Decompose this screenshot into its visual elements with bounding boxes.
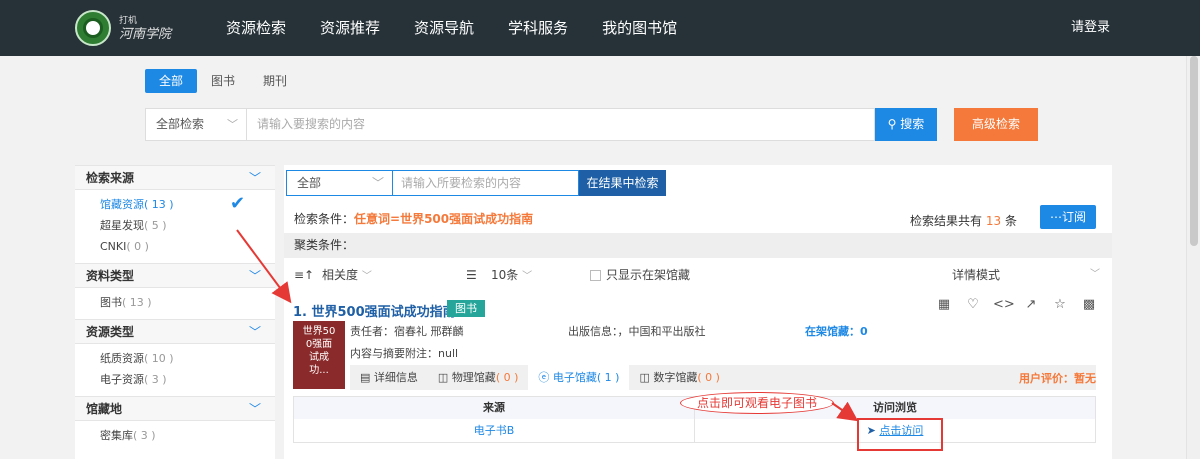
favorite-icon[interactable]: ♡: [964, 296, 982, 314]
tab-all[interactable]: 全部: [145, 69, 198, 93]
facet-sidebar: 检索来源 ﹀ 馆藏资源( 13 ) ✔ 超星发现( 5 ) CNKI( 0 ) …: [75, 165, 275, 459]
login-link[interactable]: 请登录: [1071, 0, 1110, 56]
holdings-icon: ◫: [437, 371, 449, 384]
annotation-highlight-box: [857, 418, 943, 451]
tab-physical-holdings[interactable]: ◫ 物理馆藏( 0 ): [428, 365, 528, 390]
search-icon: ⚲: [887, 117, 897, 131]
chevron-down-icon: ﹀: [1090, 269, 1100, 280]
search-button[interactable]: ⚲ 搜索: [875, 108, 937, 141]
qrcode-icon[interactable]: ▩: [1080, 296, 1098, 314]
tab-journals[interactable]: 期刊: [249, 69, 301, 93]
chevron-down-icon: ﹀: [248, 269, 261, 283]
annotation-bubble: 点击即可观看电子图书: [680, 392, 834, 414]
book-cover[interactable]: 世界50 0强面 试成 功...: [293, 321, 345, 389]
list-icon: ☰: [466, 268, 477, 282]
digital-icon: ◫: [639, 371, 650, 384]
chevron-down-icon: ﹀: [248, 171, 261, 185]
item-publisher: 出版信息：，中国和平出版社: [568, 325, 706, 338]
facet-title-source[interactable]: 检索来源 ﹀: [75, 165, 275, 190]
tab-electronic-holdings[interactable]: ⓔ 电子馆藏( 1 ): [528, 365, 630, 390]
main-nav: 资源检索 资源推荐 资源导航 学科服务 我的图书馆: [226, 0, 711, 56]
logo[interactable]: 打机 河南学院: [75, 9, 175, 47]
facet-item-electronic[interactable]: 电子资源( 3 ): [75, 369, 275, 390]
export-icon[interactable]: ▦: [935, 296, 953, 314]
facet-item-cnki[interactable]: CNKI( 0 ): [75, 236, 275, 257]
item-shelf-status: 在架馆藏：0: [805, 325, 868, 338]
facet-item-library[interactable]: 馆藏资源( 13 ) ✔: [75, 194, 275, 215]
item-author: 责任者：宿春礼 邢群麟: [350, 325, 464, 338]
facet-item-dense-stack[interactable]: 密集库( 3 ): [75, 425, 275, 446]
source-link[interactable]: 电子书B: [294, 419, 695, 442]
chevron-down-icon: ﹀: [248, 402, 261, 416]
search-input[interactable]: 请输入要搜索的内容: [247, 108, 875, 141]
subscribe-button[interactable]: ⋯订阅: [1040, 205, 1096, 229]
result-title-link[interactable]: 1. 世界500强面试成功指南: [293, 301, 456, 320]
facet-title-material-type[interactable]: 资料类型 ﹀: [75, 263, 275, 288]
refine-input[interactable]: 请输入所要检索的内容: [393, 170, 579, 196]
refine-search-button[interactable]: 在结果中检索: [579, 170, 666, 196]
chevron-down-icon: ﹀: [227, 118, 238, 131]
sort-toolbar: ≡↑ 相关度 ﹀ ☰ 10条 ﹀ 只显示在架馆藏 详情模式 ﹀: [284, 264, 1112, 286]
only-shelf-checkbox[interactable]: 只显示在架馆藏: [590, 264, 690, 286]
nav-resource-recommend[interactable]: 资源推荐: [320, 0, 380, 56]
view-mode-select[interactable]: 详情模式: [952, 264, 1000, 286]
search-scope-value: 全部检索: [156, 117, 205, 131]
logo-emblem-icon: [75, 10, 111, 46]
type-badge: 图书: [447, 300, 485, 317]
code-icon[interactable]: <>: [993, 296, 1015, 314]
check-icon: ✔: [230, 193, 246, 214]
rss-icon: ⋯: [1049, 210, 1062, 224]
table-row: 电子书B ➤ 点击访问: [294, 419, 1095, 442]
sort-icon: ≡↑: [294, 268, 315, 282]
refine-scope-select[interactable]: 全部 ﹀: [286, 170, 393, 196]
nav-resource-guide[interactable]: 资源导航: [414, 0, 474, 56]
ebook-icon: ⓔ: [538, 371, 550, 384]
advanced-search-button[interactable]: 高级检索: [954, 108, 1038, 141]
facet-title-location[interactable]: 馆藏地 ﹀: [75, 396, 275, 421]
user-rating: 用户评价：暂无: [1019, 372, 1096, 385]
tab-details[interactable]: ▤ 详细信息: [350, 365, 428, 390]
external-link-icon[interactable]: ↗: [1022, 296, 1040, 314]
item-abstract: 内容与摘要附注：null: [350, 347, 459, 360]
facet-item-book[interactable]: 图书( 13 ): [75, 292, 275, 313]
facet-item-chaoxing[interactable]: 超星发现( 5 ): [75, 215, 275, 236]
scrollbar-thumb[interactable]: [1190, 56, 1198, 246]
search-condition: 检索条件：任意词=世界500强面试成功指南: [294, 212, 534, 226]
result-count: 检索结果共有 13 条: [910, 214, 1017, 228]
sort-select[interactable]: 相关度 ﹀: [322, 264, 372, 288]
star-icon[interactable]: ☆: [1051, 296, 1069, 314]
nav-my-library[interactable]: 我的图书馆: [602, 0, 677, 56]
type-tabs: 全部 图书 期刊: [145, 69, 301, 93]
facet-item-paper[interactable]: 纸质资源( 10 ): [75, 348, 275, 369]
col-source: 来源: [294, 397, 695, 419]
page-size-select[interactable]: 10条 ﹀: [491, 264, 532, 288]
chevron-down-icon: ﹀: [371, 176, 384, 190]
tab-digital-holdings[interactable]: ◫ 数字馆藏( 0 ): [629, 365, 729, 390]
nav-subject-service[interactable]: 学科服务: [508, 0, 568, 56]
refine-search-bar: 全部 ﹀ 请输入所要检索的内容 在结果中检索: [286, 170, 666, 196]
logo-text-large: 河南学院: [119, 27, 172, 42]
tab-books[interactable]: 图书: [197, 69, 249, 93]
document-icon: ▤: [360, 371, 371, 384]
page-scrollbar[interactable]: [1186, 56, 1200, 459]
facet-title-resource-type[interactable]: 资源类型 ﹀: [75, 319, 275, 344]
top-bar: 打机 河南学院 资源检索 资源推荐 资源导航 学科服务 我的图书馆 请登录: [0, 0, 1200, 56]
chevron-down-icon: ﹀: [248, 325, 261, 339]
nav-resource-search[interactable]: 资源检索: [226, 0, 286, 56]
item-actions: ▦ ♡ <> ↗ ☆ ▩: [924, 296, 1098, 314]
results-panel: 全部 ﹀ 请输入所要检索的内容 在结果中检索 检索条件：任意词=世界500强面试…: [284, 165, 1112, 459]
search-scope-select[interactable]: 全部检索 ﹀: [145, 108, 247, 141]
item-tabs: ▤ 详细信息 ◫ 物理馆藏( 0 ) ⓔ 电子馆藏( 1 ) ◫ 数字馆藏( 0…: [350, 365, 1096, 390]
cluster-conditions: 聚类条件：: [284, 233, 1112, 258]
search-bar: 全部检索 ﹀ 请输入要搜索的内容 ⚲ 搜索 高级检索: [145, 108, 1040, 141]
